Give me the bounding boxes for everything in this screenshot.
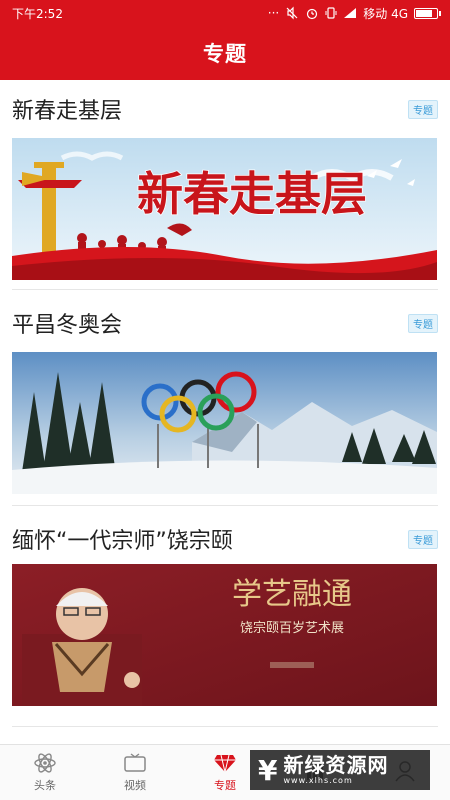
watermark-sub: www.xlhs.com <box>283 776 353 785</box>
olympics-banner-image <box>12 352 437 494</box>
rao-banner-calligraphy: 学艺融通 <box>232 577 352 612</box>
topic-card-header: 缅怀“一代宗师”饶宗颐 专题 <box>12 510 438 568</box>
tv-icon <box>124 753 146 772</box>
mute-icon <box>286 6 298 20</box>
nav-bar: 专题 <box>0 26 450 80</box>
atom-icon <box>34 753 56 773</box>
diamond-icon <box>214 754 236 773</box>
page-title: 专题 <box>203 42 247 66</box>
tab-label: 头条 <box>34 779 56 792</box>
topic-card-spring[interactable]: 新春走基层 专题 新春走基层 <box>0 80 450 294</box>
more-dots-icon: ··· <box>267 6 280 20</box>
spring-banner-text: 新春走基层 <box>137 167 367 221</box>
watermark-main: 新绿资源网 <box>283 753 389 777</box>
battery-icon <box>414 7 441 19</box>
topic-card-olympics[interactable]: 平昌冬奥会 专题 <box>0 294 450 510</box>
topic-title: 缅怀“一代宗师”饶宗颐 <box>12 529 233 554</box>
status-icons: ··· 移动 4G <box>267 5 441 22</box>
watermark-logo-icon: ¥ <box>258 753 278 787</box>
topic-tag: 专题 <box>408 313 438 333</box>
rao-banner-image: 学艺融通 饶宗颐百岁艺术展 <box>12 564 437 706</box>
status-time: 下午2:52 <box>12 6 63 21</box>
topic-tag: 专题 <box>408 529 438 549</box>
topic-banner-spring[interactable]: 新春走基层 <box>12 138 437 280</box>
site-watermark: ¥ 新绿资源网 www.xlhs.com <box>250 750 430 790</box>
status-bar: 下午2:52 ··· 移动 4G <box>0 0 450 26</box>
topic-banner-rao[interactable]: 学艺融通 饶宗颐百岁艺术展 <box>12 564 437 706</box>
topic-banner-olympics[interactable] <box>12 352 437 494</box>
card-divider <box>12 726 438 727</box>
topic-list[interactable]: 新春走基层 专题 新春走基层 平昌冬奥会 专题 缅怀“一代宗师”饶宗颐 专题 学… <box>0 80 450 744</box>
tab-label: 专题 <box>214 779 236 792</box>
alarm-icon <box>307 8 318 20</box>
topic-title: 新春走基层 <box>12 99 123 124</box>
topic-card-header: 平昌冬奥会 专题 <box>12 294 438 352</box>
topic-tag: 专题 <box>408 99 438 119</box>
tab-video[interactable]: 视频 <box>90 745 180 800</box>
vibrate-icon <box>325 7 337 19</box>
rao-banner-subtitle: 饶宗颐百岁艺术展 <box>240 620 344 636</box>
topic-title: 平昌冬奥会 <box>12 313 123 338</box>
card-divider <box>12 505 438 506</box>
signal-icon <box>344 8 357 18</box>
tab-headlines[interactable]: 头条 <box>0 745 90 800</box>
topic-card-header: 新春走基层 专题 <box>12 80 438 138</box>
watermark-text: 新绿资源网 www.xlhs.com <box>283 755 388 785</box>
battery-level <box>416 9 432 17</box>
network-label: 移动 4G <box>363 6 408 21</box>
tab-label: 视频 <box>124 779 146 792</box>
card-divider <box>12 289 438 290</box>
topic-card-rao[interactable]: 缅怀“一代宗师”饶宗颐 专题 学艺融通 饶宗颐百岁艺术展 <box>0 510 450 744</box>
spring-banner-image: 新春走基层 <box>12 138 437 280</box>
